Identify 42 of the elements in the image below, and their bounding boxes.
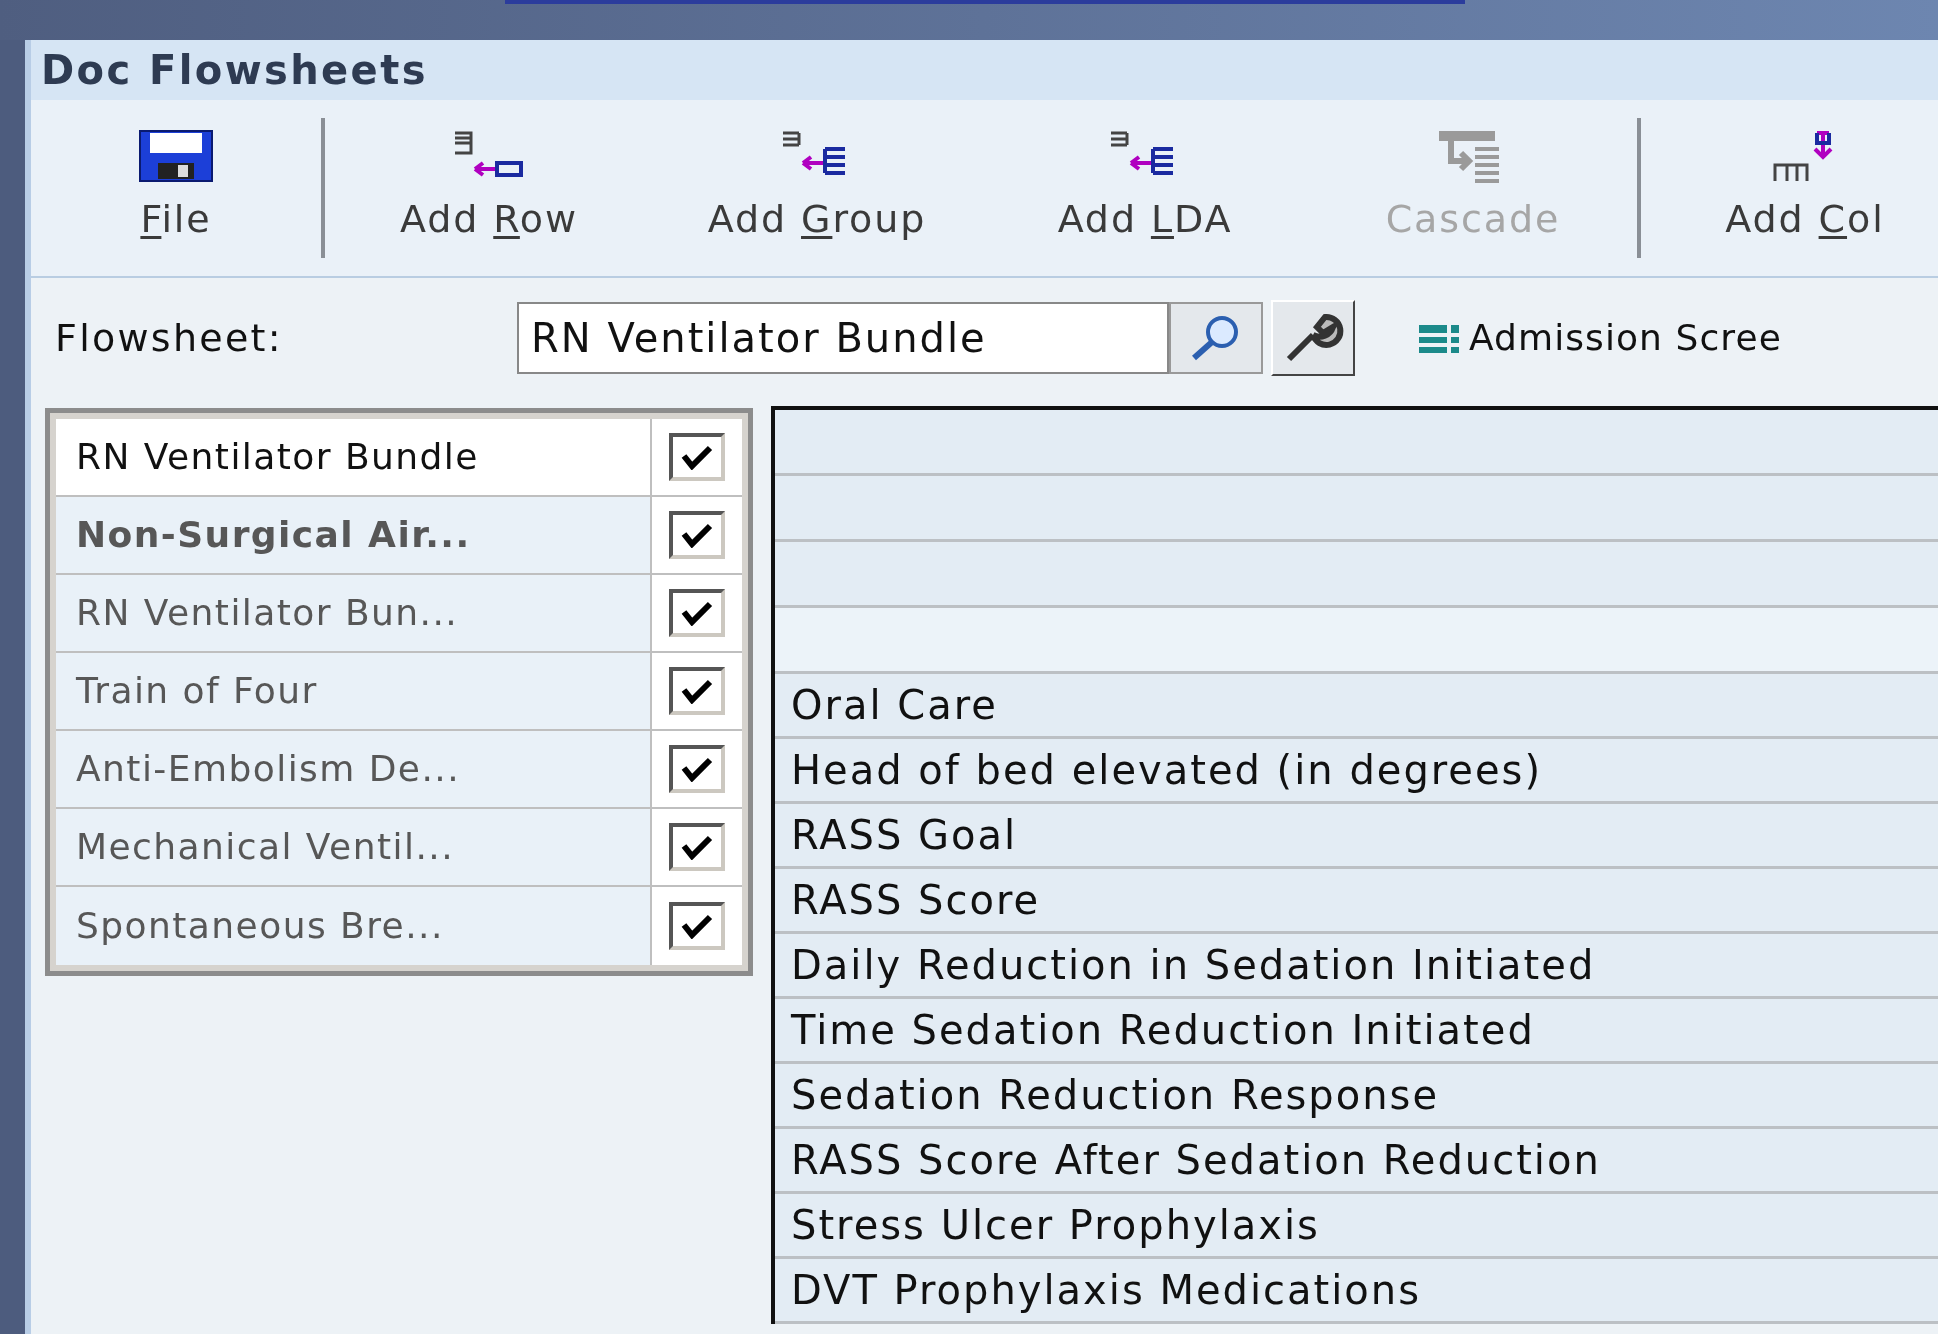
row-label: Sedation Reduction Response [791, 1071, 1440, 1120]
check-icon [680, 522, 714, 548]
check-icon [680, 678, 714, 704]
row-label: Daily Reduction in Sedation Initiated [791, 941, 1596, 990]
flowsheet-field[interactable]: RN Ventilator Bundle [517, 302, 1169, 374]
row-label: Oral Care [791, 681, 998, 730]
section-item[interactable]: RN Ventilator Bun... [56, 575, 652, 651]
row-label: RASS Score After Sedation Reduction [791, 1136, 1601, 1185]
checkbox[interactable] [669, 511, 725, 559]
row-label: Time Sedation Reduction Initiated [791, 1006, 1535, 1055]
checkbox[interactable] [669, 433, 725, 481]
toolbar-button[interactable]: Add LDA [981, 100, 1309, 276]
section-item[interactable]: Anti-Embolism De... [56, 731, 652, 807]
check-icon [680, 834, 714, 860]
check-icon [680, 600, 714, 626]
section-item[interactable]: RN Ventilator Bundle [56, 419, 652, 495]
row-label: RASS Goal [791, 811, 1018, 860]
section-item[interactable]: Non-Surgical Air... [56, 497, 652, 573]
row-label: Head of bed elevated (in degrees) [791, 746, 1542, 795]
window-title: Doc Flowsheets [41, 46, 428, 95]
check-icon [680, 913, 714, 939]
search-button[interactable] [1169, 302, 1263, 374]
wrench-button[interactable] [1271, 300, 1355, 376]
checkbox[interactable] [669, 589, 725, 637]
row-label: Stress Ulcer Prophylaxis [791, 1201, 1320, 1250]
row-label: DVT Prophylaxis Medications [791, 1266, 1422, 1315]
checkbox[interactable] [669, 823, 725, 871]
toolbar-button[interactable]: Add Col [1641, 100, 1938, 276]
checkbox[interactable] [669, 667, 725, 715]
section-item[interactable]: Spontaneous Bre... [56, 887, 652, 965]
check-icon [680, 444, 714, 470]
section-item[interactable]: Mechanical Ventil... [56, 809, 652, 885]
checkbox[interactable] [669, 902, 725, 950]
flowsheet-label: Flowsheet: [55, 314, 284, 362]
admission-screen-link[interactable]: Admission Scree [1469, 311, 1782, 365]
check-icon [680, 756, 714, 782]
toolbar-button[interactable]: File [31, 100, 321, 276]
toolbar-button[interactable]: Add G roup [653, 100, 981, 276]
row-label: RASS Score [791, 876, 1041, 925]
section-item[interactable]: Train of Four [56, 653, 652, 729]
checkbox[interactable] [669, 745, 725, 793]
toolbar-button[interactable]: Add Row [325, 100, 653, 276]
